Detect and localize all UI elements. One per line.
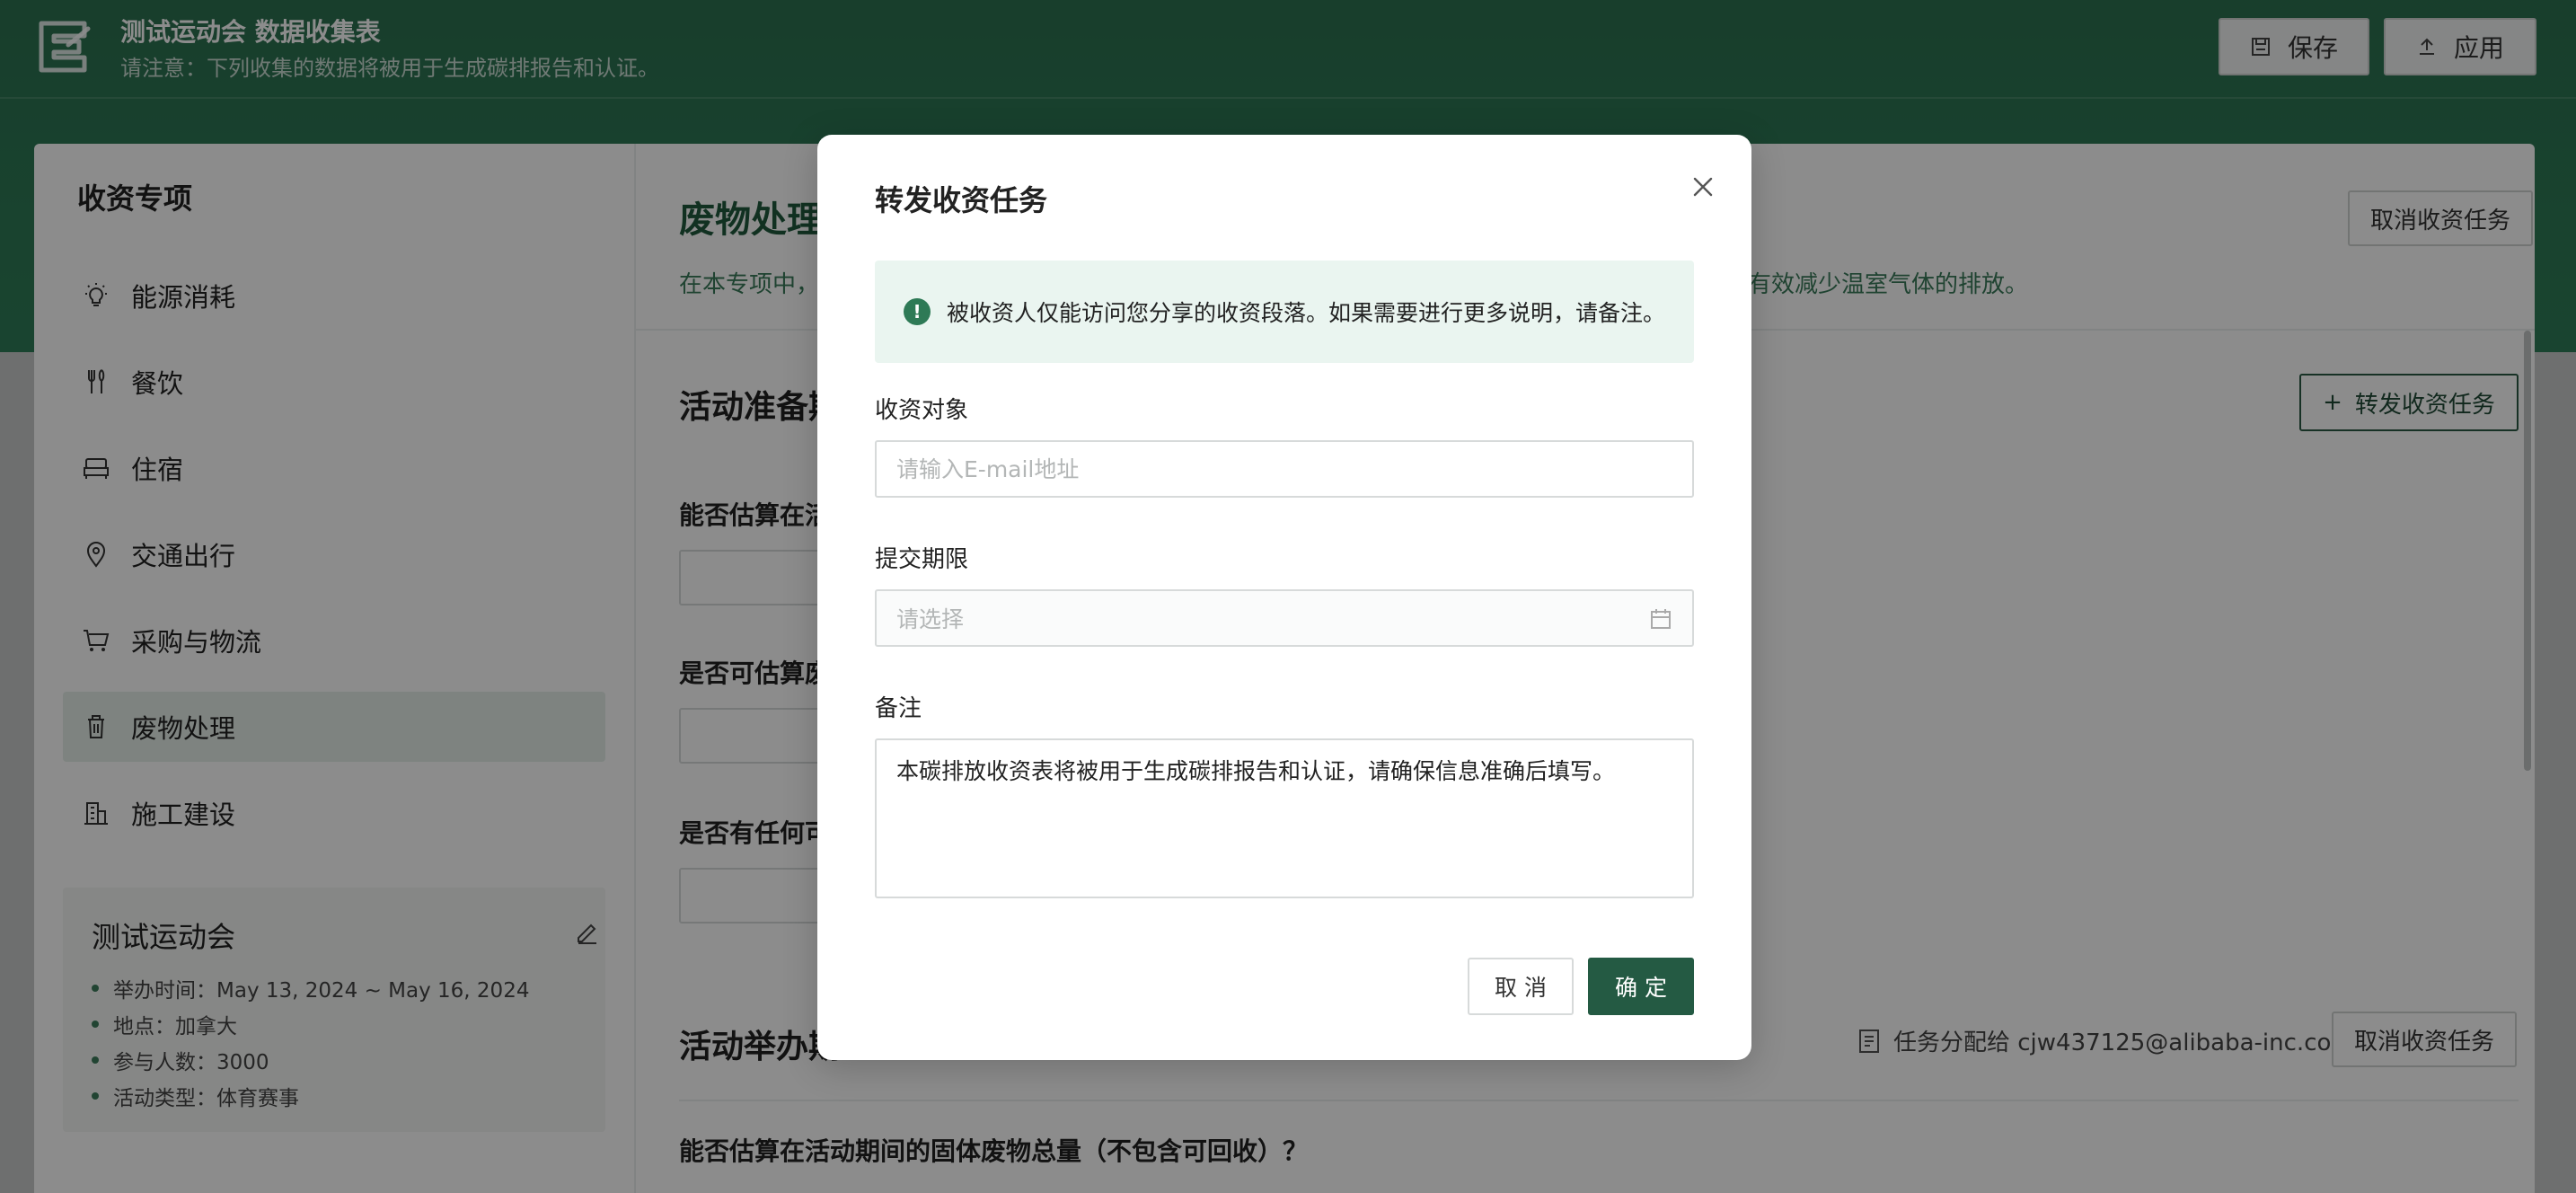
calendar-icon (1651, 609, 1671, 629)
close-icon (1693, 177, 1713, 197)
dialog-title: 转发收资任务 (875, 183, 1048, 217)
target-label: 收资对象 (875, 397, 969, 424)
notice-text: 被收资人仅能访问您分享的收资段落。如果需要进行更多说明，请备注。 (947, 300, 1666, 326)
note-label: 备注 (875, 695, 922, 722)
deadline-label: 提交期限 (875, 546, 969, 573)
email-field[interactable] (875, 440, 1694, 498)
deadline-date-picker[interactable]: 请选择 (875, 589, 1694, 647)
date-placeholder: 请选择 (896, 606, 965, 632)
info-icon: ! (904, 298, 931, 325)
note-textarea[interactable]: 本碳排放收资表将被用于生成碳排报告和认证，请确保信息准确后填写。 (875, 738, 1694, 898)
close-button[interactable] (1685, 169, 1721, 205)
cancel-button[interactable]: 取 消 (1468, 958, 1574, 1015)
forward-task-dialog: 转发收资任务 ! 被收资人仅能访问您分享的收资段落。如果需要进行更多说明，请备注… (817, 135, 1751, 1060)
info-notice: ! 被收资人仅能访问您分享的收资段落。如果需要进行更多说明，请备注。 (875, 261, 1694, 363)
confirm-button[interactable]: 确 定 (1588, 958, 1694, 1015)
